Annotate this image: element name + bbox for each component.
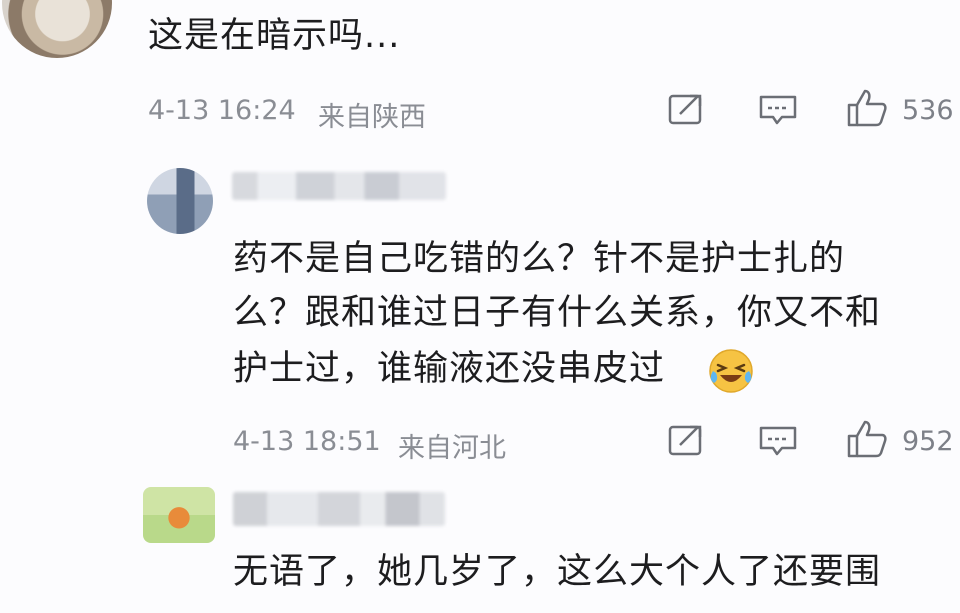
repost-icon[interactable]: [668, 92, 706, 126]
like-count: 952: [902, 426, 954, 457]
comment-date: 4-13 18:51: [233, 426, 381, 457]
comment-location: 来自陕西: [318, 102, 426, 133]
comment-text-line: 么？跟和谁过日子有什么关系，你又不和: [233, 293, 882, 333]
username-blurred[interactable]: [232, 172, 446, 200]
comment-feed: 这是在暗示吗... 4-13 16:24 来自陕西 536 药不是自己吃错的么？…: [0, 0, 960, 613]
comment-text-line: 护士过，谁输液还没串皮过: [233, 349, 666, 389]
comment-text-line: 无语了，她几岁了，这么大个人了还要围: [233, 552, 882, 592]
comment-icon[interactable]: [758, 93, 798, 127]
laughing-crying-emoji: [709, 349, 753, 393]
comment-text-line: 药不是自己吃错的么？针不是护士扎的: [233, 239, 846, 279]
avatar[interactable]: [2, 0, 112, 58]
comment-icon[interactable]: [758, 424, 798, 458]
comment-date: 4-13 16:24: [148, 95, 296, 126]
thumbs-up-icon[interactable]: [846, 88, 888, 128]
like-count: 536: [902, 95, 954, 126]
avatar[interactable]: [143, 487, 215, 543]
username-blurred[interactable]: [233, 492, 445, 526]
thumbs-up-icon[interactable]: [846, 419, 888, 459]
repost-icon[interactable]: [668, 423, 706, 457]
avatar[interactable]: [147, 168, 213, 234]
comment-text: 这是在暗示吗...: [148, 16, 401, 56]
comment-location: 来自河北: [398, 433, 506, 464]
